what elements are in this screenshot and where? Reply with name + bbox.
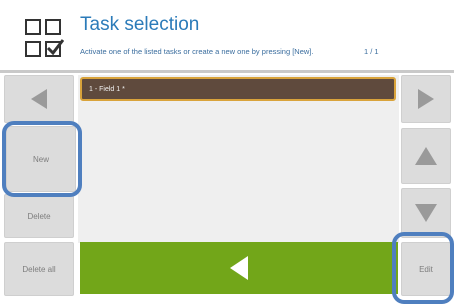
header-divider	[0, 70, 454, 73]
delete-all-button[interactable]: Delete all	[4, 242, 74, 296]
left-arrow-icon	[31, 89, 47, 109]
edit-button-highlight	[392, 232, 454, 304]
prev-page-button[interactable]	[4, 75, 74, 123]
header	[0, 0, 454, 74]
delete-all-button-label: Delete all	[22, 264, 56, 274]
delete-button[interactable]: Delete	[4, 194, 74, 238]
scroll-up-button[interactable]	[401, 128, 451, 184]
down-arrow-icon	[415, 204, 437, 222]
task-selection-icon	[25, 19, 64, 57]
instruction-text: Activate one of the listed tasks or crea…	[80, 47, 314, 56]
back-arrow-icon	[230, 256, 248, 280]
delete-button-label: Delete	[27, 211, 51, 221]
right-arrow-icon	[418, 89, 434, 109]
next-page-button[interactable]	[401, 75, 451, 123]
task-label: 1 - Field 1 *	[89, 85, 125, 93]
up-arrow-icon	[415, 147, 437, 165]
scroll-down-button[interactable]	[401, 188, 451, 238]
list-item[interactable]: 1 - Field 1 *	[80, 77, 396, 101]
page-title: Task selection	[80, 14, 200, 35]
back-button[interactable]	[80, 242, 398, 294]
new-button-highlight	[2, 121, 82, 197]
page-counter: 1 / 1	[364, 47, 379, 56]
